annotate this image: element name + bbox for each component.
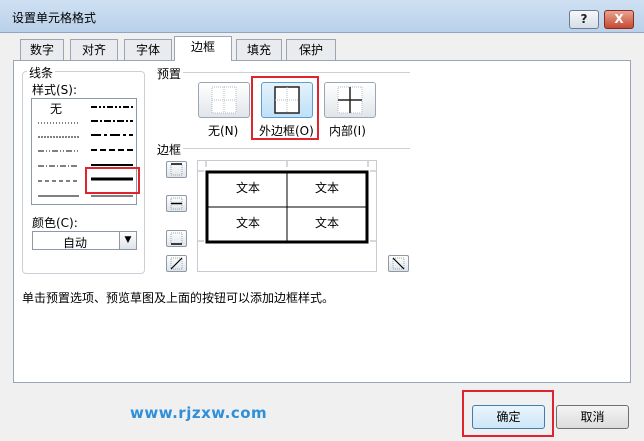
tab-number[interactable]: 数字 [20,39,64,60]
border-top-button[interactable] [166,161,187,178]
help-button[interactable]: ? [569,10,599,29]
tab-border[interactable]: 边框 [174,36,232,61]
border-diagonal-down-button[interactable] [388,255,409,272]
tab-protection[interactable]: 保护 [286,39,336,60]
border-top-icon [170,163,183,176]
close-button[interactable]: X [604,10,634,29]
hint-text: 单击预置选项、预览草图及上面的按钮可以添加边框样式。 [22,291,335,305]
selected-line-style-highlight [85,167,140,194]
preset-outline-highlight [251,76,319,140]
preview-cell-text: 文本 [314,216,339,230]
preview-cell-text: 文本 [314,181,339,195]
color-label: 颜色(C): [32,216,78,230]
border-preview[interactable]: 文本 文本 文本 文本 [197,160,377,272]
border-title: 边框 [155,141,184,158]
line-group-title: 线条 [27,64,56,81]
style-label: 样式(S): [32,83,78,97]
color-dropdown[interactable]: 自动 ▼ [32,231,137,250]
preset-none-label: 无(N) [208,124,239,138]
border-diagonal-up-button[interactable] [166,255,187,272]
preset-inside-button[interactable] [324,82,376,118]
border-bottom-button[interactable] [166,230,187,247]
preset-inside-icon [337,86,363,114]
tab-alignment[interactable]: 对齐 [70,39,118,60]
window-title: 设置单元格格式 [12,11,97,25]
diagonal-up-icon [170,257,183,270]
border-separator [183,148,410,149]
border-inside-horizontal-icon [170,197,183,210]
color-value: 自动 [63,236,88,250]
title-bar[interactable] [0,0,644,33]
presets-separator [183,72,410,73]
preset-none-button[interactable] [198,82,250,118]
preset-none-icon [211,86,237,114]
cancel-button[interactable]: 取消 [556,405,629,429]
diagonal-down-icon [392,257,405,270]
border-bottom-icon [170,232,183,245]
preview-cell-text: 文本 [235,216,260,230]
preview-cell-text: 文本 [235,181,260,195]
preset-inside-label: 内部(I) [329,124,366,138]
watermark: www.rjzxw.com [130,404,268,422]
border-middle-horizontal-button[interactable] [166,195,187,212]
tab-fill[interactable]: 填充 [236,39,282,60]
tab-font[interactable]: 字体 [124,39,172,60]
presets-title: 预置 [155,65,184,82]
ok-button-highlight [462,390,554,437]
chevron-down-icon[interactable]: ▼ [119,232,136,249]
